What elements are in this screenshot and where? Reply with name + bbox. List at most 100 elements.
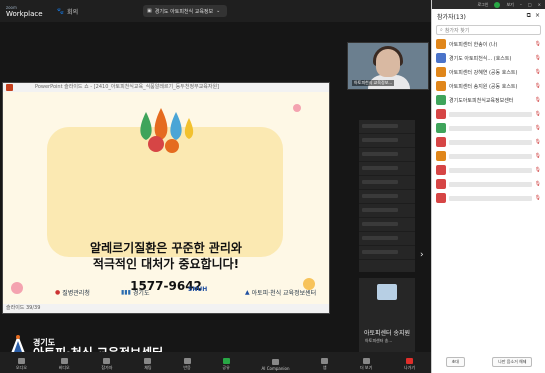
participant-list: 아토피센터 한송이 (나) 🎙 경기도 아토피천식... (호스트) 🎙 아토피센터 강… [432, 37, 545, 205]
participant-row[interactable]: 참가자🎙 [432, 121, 545, 135]
participant-name: 참가자 [449, 181, 532, 187]
avatar [436, 67, 446, 77]
more-button[interactable]: 더 보기 [360, 358, 372, 371]
participant-name: 경기도 아토피천식... (호스트) [449, 55, 512, 62]
participants-panel: 로그인 보기 – □ × 참가자(13) ⧉ × ⌕ 참가자 찾기 아토피센터 … [431, 0, 545, 373]
mic-muted-icon: 🎙 [534, 181, 541, 187]
participant-row[interactable]: 경기도 아토피천식... (호스트) 🎙 [432, 51, 545, 65]
participant-name: 참가자 [449, 111, 532, 117]
participant-tile[interactable] [359, 218, 415, 232]
maximize-icon[interactable]: □ [528, 2, 532, 7]
mic-muted-icon: 🎙 [534, 55, 541, 61]
mic-muted-icon: 🎙 [534, 167, 541, 173]
participant-row[interactable]: 참가자🎙 [432, 149, 545, 163]
participant-name: 아토피센터 강혜연 (공동 호스트) [449, 69, 518, 76]
chevron-right-icon[interactable]: › [420, 250, 424, 260]
participant-name: 참가자 [449, 139, 532, 145]
participant-tile[interactable] [359, 204, 415, 218]
participant-row[interactable]: 아토피센터 한송이 (나) 🎙 [432, 37, 545, 51]
apps-icon [321, 358, 329, 364]
participant-tile[interactable] [359, 162, 415, 176]
speaker-video-tile[interactable]: 아토피천식 교육정보... [347, 42, 429, 90]
avatar [436, 109, 446, 119]
mic-muted-icon: 🎙 [534, 153, 541, 159]
flower-decoration [293, 104, 301, 112]
participant-row[interactable]: 참가자🎙 [432, 177, 545, 191]
participant-tile[interactable] [359, 120, 415, 134]
top-bar: zoom Workplace 🐾 회의 ▣ 경기도 아토피천식 교육정보 ⌄ [0, 0, 431, 22]
participant-tile[interactable] [359, 232, 415, 246]
participant-tile[interactable] [359, 134, 415, 148]
speaker-face [376, 49, 400, 77]
participant-tile-strip [359, 120, 415, 272]
video-button[interactable]: 비디오 [59, 358, 70, 371]
slide-headline-1: 알레르기질환은 꾸준한 관리와 [90, 241, 242, 255]
slide-headline-2: 적극적인 대처가 중요합니다! [92, 257, 240, 271]
ai-button[interactable]: AI Companion [262, 359, 289, 371]
zoom-logo: zoom Workplace [6, 5, 43, 18]
shared-powerpoint-window: PowerPoint 슬라이드 쇼 - [2410_아토피천식교육_식품알레르기… [2, 82, 330, 314]
participant-name: 참가자 [449, 195, 532, 201]
participant-row[interactable]: 참가자🎙 [432, 135, 545, 149]
avatar [436, 151, 446, 161]
unmute-self-button[interactable]: 나만 음소거 해제 [492, 357, 533, 367]
avatar [436, 193, 446, 203]
panel-header: 참가자(13) ⧉ × [432, 9, 545, 23]
chat-button[interactable]: 채팅 [144, 358, 152, 371]
more-icon [362, 358, 370, 364]
video-icon [60, 358, 68, 364]
panel-title: 참가자(13) [437, 13, 466, 21]
chevron-down-icon: ⌄ [216, 8, 221, 14]
audio-button[interactable]: 오디오 [16, 358, 27, 371]
home-tab[interactable]: 🐾 회의 [57, 7, 79, 16]
close-icon[interactable]: × [538, 2, 541, 7]
participant-row[interactable]: 경기도아토피천식교육정보센터 🎙 [432, 93, 545, 107]
participant-name: 참가자 [449, 153, 532, 159]
leave-icon [406, 358, 414, 364]
avatar [436, 123, 446, 133]
participant-search-input[interactable]: ⌕ 참가자 찾기 [436, 25, 541, 35]
participant-row[interactable]: 아토피센터 송지원 (공동 호스트) 🎙 [432, 79, 545, 93]
participant-tile[interactable] [359, 148, 415, 162]
participant-tile[interactable] [359, 176, 415, 190]
participant-row[interactable]: 참가자🎙 [432, 107, 545, 121]
flower-decoration [11, 282, 23, 294]
panel-footer: 초대 나만 음소거 해제 [432, 357, 545, 367]
avatar [436, 179, 446, 189]
popout-icon[interactable]: ⧉ [527, 12, 531, 20]
avatar [436, 39, 446, 49]
flower-decoration [303, 278, 315, 290]
window-top-controls: 로그인 보기 – □ × [432, 0, 545, 9]
close-panel-icon[interactable]: × [535, 12, 540, 20]
participant-name: 참가자 [449, 125, 532, 131]
meeting-stage: PowerPoint 슬라이드 쇼 - [2410_아토피천식교육_식품알레르기… [0, 22, 431, 370]
mic-muted-icon: 🎙 [534, 111, 541, 117]
meeting-toolbar: 오디오 비디오 참가자 채팅 반응 공유 AI Companion 앱 더 보기 나가기 [0, 352, 431, 373]
sponsor-logos: ● 질병관리청 ▮▮▮ 경기도 SNUH ▲ 아토피·천식 교육정보센터 [3, 286, 329, 304]
participant-tile[interactable] [359, 190, 415, 204]
zoom-window: zoom Workplace 🐾 회의 ▣ 경기도 아토피천식 교육정보 ⌄ Po… [0, 0, 545, 373]
paw-icon: 🐾 [56, 7, 65, 15]
participant-row[interactable]: 참가자🎙 [432, 191, 545, 205]
mic-muted-icon: 🎙 [534, 139, 541, 145]
react-button[interactable]: 반응 [183, 358, 191, 371]
security-icon [494, 1, 501, 8]
participant-tile[interactable] [359, 246, 415, 260]
ai-icon [272, 359, 279, 365]
participant-row[interactable]: 아토피센터 강혜연 (공동 호스트) 🎙 [432, 65, 545, 79]
participants-icon [103, 358, 111, 364]
ppt-title-bar: PowerPoint 슬라이드 쇼 - [2410_아토피천식교육_식품알레르기… [3, 83, 329, 92]
share-button[interactable]: 공유 [222, 358, 230, 371]
invite-button[interactable]: 초대 [445, 357, 465, 367]
apps-button[interactable]: 앱 [321, 358, 329, 371]
participant-name: 참가자 [449, 167, 532, 173]
avatar [436, 81, 446, 91]
shield-info-icon: ▣ [147, 8, 152, 14]
participants-button[interactable]: 참가자 [101, 358, 112, 371]
participant-row[interactable]: 참가자🎙 [432, 163, 545, 177]
snuh-logo: SNUH [188, 286, 208, 293]
meeting-info-pill[interactable]: ▣ 경기도 아토피천식 교육정보 ⌄ [143, 5, 227, 17]
avatar [436, 137, 446, 147]
minimize-icon[interactable]: – [520, 2, 522, 7]
leave-button[interactable]: 나가기 [404, 358, 415, 371]
